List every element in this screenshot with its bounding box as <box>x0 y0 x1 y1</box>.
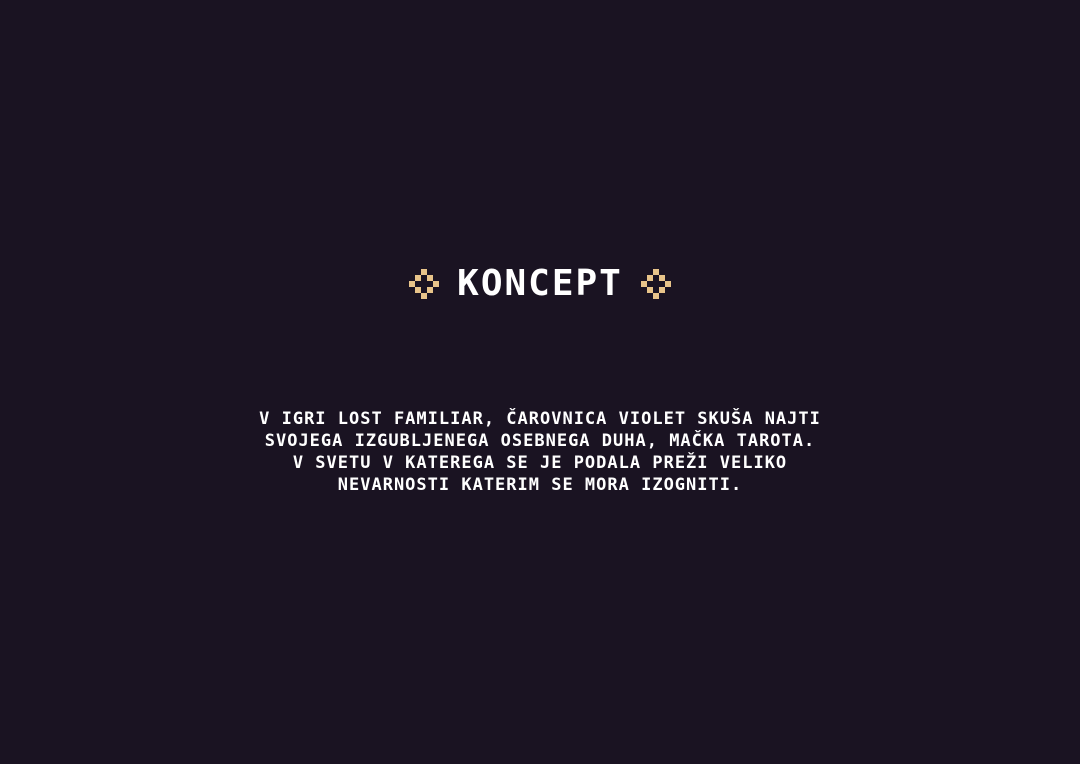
diamond-ornament-icon <box>409 269 440 299</box>
diamond-ornament-icon <box>640 269 671 299</box>
title-row: KONCEPT <box>0 262 1080 306</box>
page-title: KONCEPT <box>457 263 623 304</box>
description-line: V IGRI LOST FAMILIAR, ČAROVNICA VIOLET S… <box>259 409 821 429</box>
concept-screen: KONCEPT V IGRI LOST FAMILIAR, ČAROVNICA … <box>0 0 1080 764</box>
description-line: NEVARNOSTI KATERIM SE MORA IZOGNITI. <box>337 475 743 495</box>
description-line: V SVETU V KATEREGA SE JE PODALA PREŽI VE… <box>292 453 788 473</box>
concept-description: V IGRI LOST FAMILIAR, ČAROVNICA VIOLET S… <box>140 408 940 496</box>
description-line: SVOJEGA IZGUBLJENEGA OSEBNEGA DUHA, MAČK… <box>264 431 816 451</box>
